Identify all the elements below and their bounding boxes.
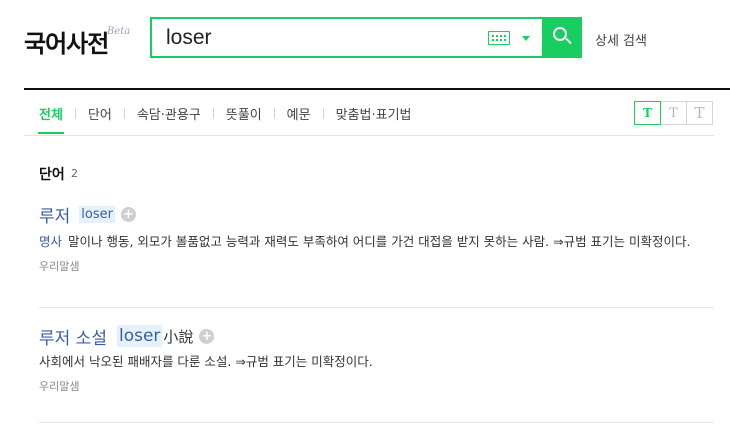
entry-definition: 사회에서 낙오된 패배자를 다룬 소설. ⇒규범 표기는 미확정이다. [39, 354, 373, 369]
section-count: 2 [71, 167, 78, 180]
tab-meanings[interactable]: 뜻풀이 [226, 104, 262, 123]
font-size-medium-button[interactable]: T [660, 101, 687, 125]
entry-source[interactable]: 우리말샘 [39, 258, 714, 274]
font-size-large-button[interactable]: T [686, 101, 713, 125]
tab-all[interactable]: 전체 [38, 104, 64, 134]
search-box [150, 17, 582, 58]
entry-word[interactable]: 루저 소설 [39, 324, 107, 349]
logo[interactable]: 국어사전 [24, 24, 109, 59]
search-input[interactable] [166, 25, 466, 51]
detail-search-link[interactable]: 상세 검색 [595, 30, 647, 49]
beta-label: Beta [107, 26, 131, 37]
entry-origin: loser [116, 325, 163, 347]
tab-idioms[interactable]: 속담·관용구 [137, 104, 201, 123]
entry-word[interactable]: 루저 [39, 202, 70, 227]
entry-divider [39, 307, 714, 308]
tab-examples[interactable]: 예문 [287, 104, 311, 123]
plus-icon[interactable]: + [199, 328, 215, 344]
entry-source[interactable]: 우리말샘 [39, 378, 714, 394]
part-of-speech: 명사 [39, 234, 63, 249]
tab-words[interactable]: 단어 [88, 104, 112, 123]
tab-spelling[interactable]: 맞춤법·표기법 [336, 104, 412, 123]
entry-origin: loser [79, 205, 115, 223]
search-button[interactable] [542, 17, 582, 58]
entry-divider [39, 422, 714, 423]
keyboard-icon[interactable] [488, 31, 510, 45]
entry-hanja: 小說 [163, 327, 194, 346]
list-item: 루저 loser + 명사 말이나 행동, 외모가 볼품없고 능력과 재력도 부… [39, 203, 714, 274]
chevron-down-icon[interactable] [522, 36, 530, 41]
section-title: 단어 [39, 167, 65, 183]
tab-bar: 전체 단어 속담·관용구 뜻풀이 예문 맞춤법·표기법 [38, 104, 412, 134]
plus-icon[interactable]: + [120, 206, 136, 222]
font-size-small-button[interactable]: T [634, 101, 661, 125]
entry-definition: 명사 말이나 행동, 외모가 볼품없고 능력과 재력도 부족하여 어디를 가건 … [39, 234, 691, 249]
tabs-divider [24, 135, 714, 136]
font-size-selector: T T T [634, 101, 713, 125]
list-item: 루저 소설 loser 小說 + 사회에서 낙오된 패배자를 다룬 소설. ⇒규… [39, 325, 714, 394]
header-divider [24, 88, 730, 90]
